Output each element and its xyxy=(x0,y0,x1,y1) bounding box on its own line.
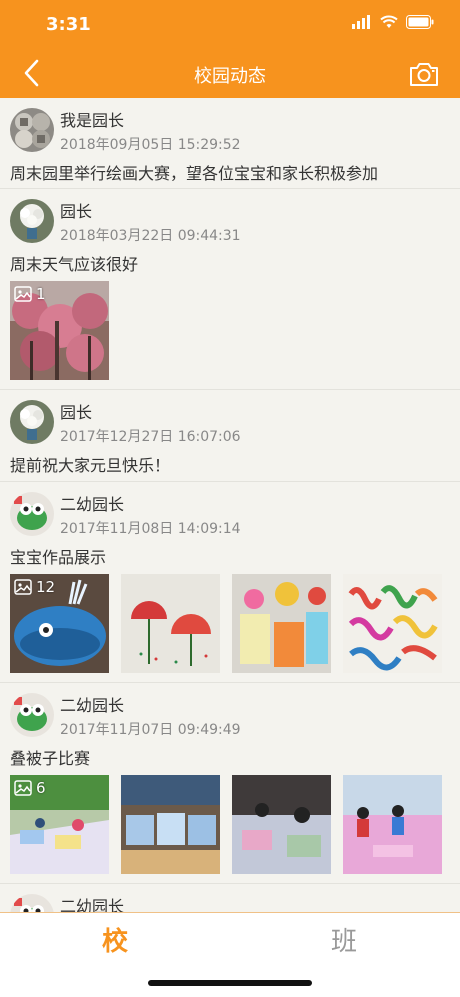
post-text: 周末园里举行绘画大赛，望各位宝宝和家长积极参加 xyxy=(10,164,379,183)
image-count-badge: 6 xyxy=(14,779,46,797)
feed-list[interactable]: 我是园长 2018年09月05日 15:29:52 周末园里举行绘画大赛，望各位… xyxy=(0,98,460,912)
post-images: 6 xyxy=(10,775,442,874)
post-item[interactable]: 二幼园长 xyxy=(0,884,460,912)
post-image[interactable] xyxy=(232,574,331,673)
avatar[interactable] xyxy=(10,199,54,243)
post-item[interactable]: 园长 2017年12月27日 16:07:06 提前祝大家元旦快乐！ xyxy=(0,390,460,482)
post-time: 2017年12月27日 16:07:06 xyxy=(60,429,241,445)
post-image[interactable] xyxy=(343,574,442,673)
post-item[interactable]: 园长 2018年03月22日 09:44:31 周末天气应该很好 1 xyxy=(0,189,460,390)
post-image[interactable] xyxy=(343,775,442,874)
image-count-badge: 1 xyxy=(14,285,46,303)
image-count: 1 xyxy=(36,285,46,303)
avatar[interactable] xyxy=(10,108,54,152)
nav-bar: 3:31 校园动态 xyxy=(0,0,460,98)
battery-icon xyxy=(406,15,434,29)
camera-button[interactable] xyxy=(408,58,440,90)
post-image[interactable]: 6 xyxy=(10,775,109,874)
post-time: 2017年11月08日 14:09:14 xyxy=(60,521,241,537)
post-author: 二幼园长 xyxy=(60,495,125,514)
camera-icon xyxy=(410,63,438,86)
post-image[interactable] xyxy=(121,775,220,874)
image-icon xyxy=(14,286,32,302)
post-text: 提前祝大家元旦快乐！ xyxy=(10,456,171,475)
post-time: 2018年09月05日 15:29:52 xyxy=(60,137,241,153)
post-image[interactable] xyxy=(121,574,220,673)
post-text: 宝宝作品展示 xyxy=(10,548,107,567)
avatar[interactable] xyxy=(10,400,54,444)
wifi-icon xyxy=(380,15,398,28)
post-text: 周末天气应该很好 xyxy=(10,255,139,274)
home-indicator xyxy=(148,980,312,986)
post-author: 我是园长 xyxy=(60,111,125,130)
status-time: 3:31 xyxy=(46,14,91,35)
post-author: 园长 xyxy=(60,403,93,422)
image-count-badge: 12 xyxy=(14,578,55,596)
image-icon xyxy=(14,579,32,595)
post-time: 2018年03月22日 09:44:31 xyxy=(60,228,241,244)
post-text: 叠被子比赛 xyxy=(10,749,91,768)
status-icons xyxy=(352,15,434,29)
image-icon xyxy=(14,780,32,796)
image-count: 6 xyxy=(36,779,46,797)
post-author: 二幼园长 xyxy=(60,696,125,715)
post-item[interactable]: 二幼园长 2017年11月07日 09:49:49 叠被子比赛 6 xyxy=(0,683,460,884)
post-author: 二幼园长 xyxy=(60,897,125,912)
post-author: 园长 xyxy=(60,202,93,221)
page-title: 校园动态 xyxy=(194,66,266,87)
post-image[interactable]: 1 xyxy=(10,281,109,380)
post-images: 1 xyxy=(10,281,109,380)
post-image[interactable]: 12 xyxy=(10,574,109,673)
post-time: 2017年11月07日 09:49:49 xyxy=(60,722,241,738)
post-item[interactable]: 我是园长 2018年09月05日 15:29:52 周末园里举行绘画大赛，望各位… xyxy=(0,98,460,189)
image-count: 12 xyxy=(36,578,56,596)
post-image[interactable] xyxy=(232,775,331,874)
avatar[interactable] xyxy=(10,492,54,536)
avatar[interactable] xyxy=(10,693,54,737)
post-item[interactable]: 二幼园长 2017年11月08日 14:09:14 宝宝作品展示 12 xyxy=(0,482,460,683)
tab-class[interactable]: 班 xyxy=(314,921,374,958)
post-images: 12 xyxy=(10,574,442,673)
tab-school[interactable]: 校 xyxy=(85,921,145,958)
avatar[interactable] xyxy=(10,894,54,912)
signal-icon xyxy=(352,15,370,29)
